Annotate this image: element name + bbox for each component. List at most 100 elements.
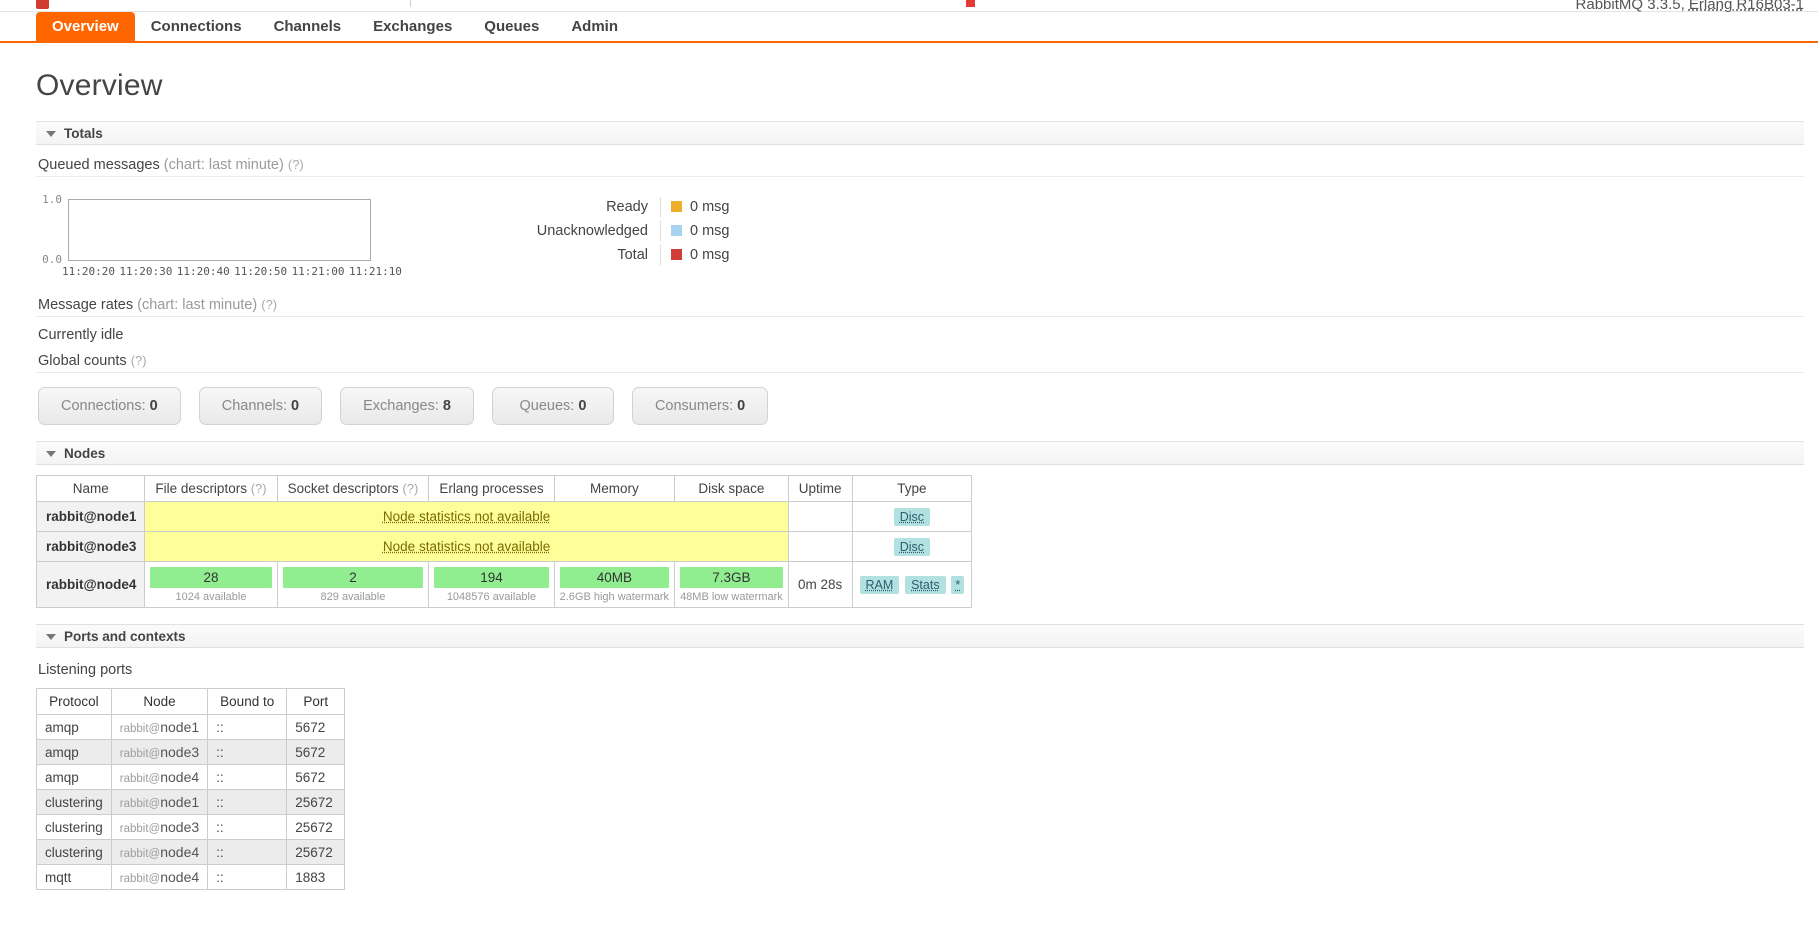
count-connections[interactable]: Connections: 0 [38,387,181,425]
message-rates-meta: (chart: last minute) [137,297,258,313]
node-extra-info-button[interactable]: * [951,575,965,594]
section-nodes-header[interactable]: Nodes [36,441,1804,465]
message-rates-status: Currently idle [38,327,124,343]
tab-queues[interactable]: Queues [468,12,555,43]
queued-messages-chart-row: 1.0 0.0 11:20:20 11:20:30 11:20:40 11:20… [36,177,1804,279]
node-type-disc-button[interactable]: Disc [893,507,931,526]
queued-messages-meta: (chart: last minute) [163,157,284,173]
port-number: 25672 [286,839,346,865]
node-type-disc-button[interactable]: Disc [893,537,931,556]
memory-bar: 40MB [559,567,670,588]
legend-divider [660,220,661,241]
socket-descriptors-bar: 2 [282,567,424,588]
col-uptime[interactable]: Uptime [787,475,853,502]
legend-swatch-ready [671,201,682,212]
node-disk-space-cell: 7.3GB 48MB low watermark [674,561,789,608]
disk-space-bar: 7.3GB [680,567,783,588]
port-protocol: amqp [36,739,112,765]
count-queues-label: Queues: [519,398,575,414]
count-queues-value: 0 [578,398,587,414]
port-bound-to: :: [207,714,288,740]
port-node-name: node3 [160,819,200,835]
node-file-descriptors-cell: 28 1024 available [144,561,278,608]
port-node-prefix: rabbit@ [119,723,161,735]
node-name: rabbit@node1 [35,501,146,532]
col-bound-to[interactable]: Bound to [207,688,288,715]
count-exchanges-label: Exchanges: [363,398,439,414]
node-uptime [787,531,853,562]
count-queues[interactable]: Queues: 0 [491,387,614,425]
tab-admin[interactable]: Admin [555,12,634,43]
col-socket-descriptors[interactable]: Socket descriptors (?) [276,475,430,502]
node-uptime: 0m 28s [787,561,853,608]
col-protocol[interactable]: Protocol [36,688,112,715]
tab-connections[interactable]: Connections [135,12,258,43]
node-socket-descriptors-cell: 2 829 available [276,561,430,608]
col-file-descriptors-label: File descriptors [155,481,247,496]
tab-overview[interactable]: Overview [36,12,135,43]
tab-exchanges[interactable]: Exchanges [357,12,468,43]
file-descriptors-note: 1024 available [175,591,247,603]
port-node-name: node4 [160,769,200,785]
queued-messages-chart: 1.0 0.0 11:20:20 11:20:30 11:20:40 11:20… [36,191,436,279]
memory-note: 2.6GB high watermark [559,591,670,603]
node-statistics-unavailable-link[interactable]: Node statistics not available [383,509,550,524]
node-type-ram-button[interactable]: RAM [859,575,900,594]
port-protocol: amqp [36,714,112,740]
count-exchanges[interactable]: Exchanges: 8 [340,387,474,425]
rabbitmq-management-page: RabbitMQ 3.3.5, Erlang R16B03-1 Overview… [0,0,1818,946]
collapse-caret-icon [46,131,56,137]
table-row: clustering rabbit@node3 :: 25672 [36,814,346,840]
x-tick-1: 11:20:30 [119,265,173,278]
queued-messages-label: Queued messages (chart: last minute) (?) [36,145,1804,177]
message-rates-help-icon[interactable]: (?) [261,297,277,312]
node-stats-button[interactable]: Stats [905,575,946,594]
col-name[interactable]: Name [35,475,146,502]
section-ports-header[interactable]: Ports and contexts [36,624,1804,648]
count-consumers[interactable]: Consumers: 0 [631,387,769,425]
legend-value-total: 0 msg [690,246,730,263]
legend-row-unacknowledged: Unacknowledged 0 msg [508,219,730,242]
table-row: clustering rabbit@node4 :: 25672 [36,839,346,865]
node-statistics-unavailable-link[interactable]: Node statistics not available [383,539,550,554]
x-tick-3: 11:20:50 [234,265,288,278]
tab-channels[interactable]: Channels [258,12,358,43]
queued-messages-help-icon[interactable]: (?) [288,157,304,172]
socket-descriptors-note: 829 available [320,591,386,603]
col-port[interactable]: Port [286,688,346,715]
table-row: amqp rabbit@node1 :: 5672 [36,714,346,740]
port-protocol: clustering [36,789,112,815]
col-erlang-processes[interactable]: Erlang processes [428,475,555,502]
port-node: rabbit@node4 [110,764,209,790]
main-navigation: Overview Connections Channels Exchanges … [0,12,1818,43]
col-file-descriptors[interactable]: File descriptors (?) [144,475,278,502]
count-connections-value: 0 [149,398,158,414]
file-descriptors-help-icon[interactable]: (?) [251,481,267,496]
listening-ports-table: Protocol Node Bound to Port amqp rabbit@… [36,688,346,890]
col-node[interactable]: Node [110,688,209,715]
global-counts-title: Global counts [38,353,127,369]
col-memory[interactable]: Memory [553,475,676,502]
port-number: 5672 [286,764,346,790]
disk-space-note: 48MB low watermark [680,591,783,603]
port-node-name: node4 [160,844,200,860]
table-row: rabbit@node4 28 1024 available 2 829 ava… [35,561,973,608]
global-counts-help-icon[interactable]: (?) [131,353,147,368]
node-type-cell: Disc [851,501,973,532]
count-connections-label: Connections: [61,398,146,414]
socket-descriptors-help-icon[interactable]: (?) [402,481,418,496]
port-bound-to: :: [207,789,288,815]
legend-label-ready: Ready [606,198,648,215]
legend-divider [660,196,661,217]
port-node-name: node1 [160,719,200,735]
legend-value-unacknowledged: 0 msg [690,222,730,239]
col-type[interactable]: Type [851,475,973,502]
legend-value-ready: 0 msg [690,198,730,215]
section-ports-label: Ports and contexts [64,628,186,644]
port-node-name: node3 [160,744,200,760]
section-totals-header[interactable]: Totals [36,121,1804,145]
message-rates-label: Message rates (chart: last minute) (?) [36,279,1804,317]
col-disk-space[interactable]: Disk space [674,475,789,502]
count-channels[interactable]: Channels: 0 [198,387,323,425]
port-protocol: clustering [36,839,112,865]
